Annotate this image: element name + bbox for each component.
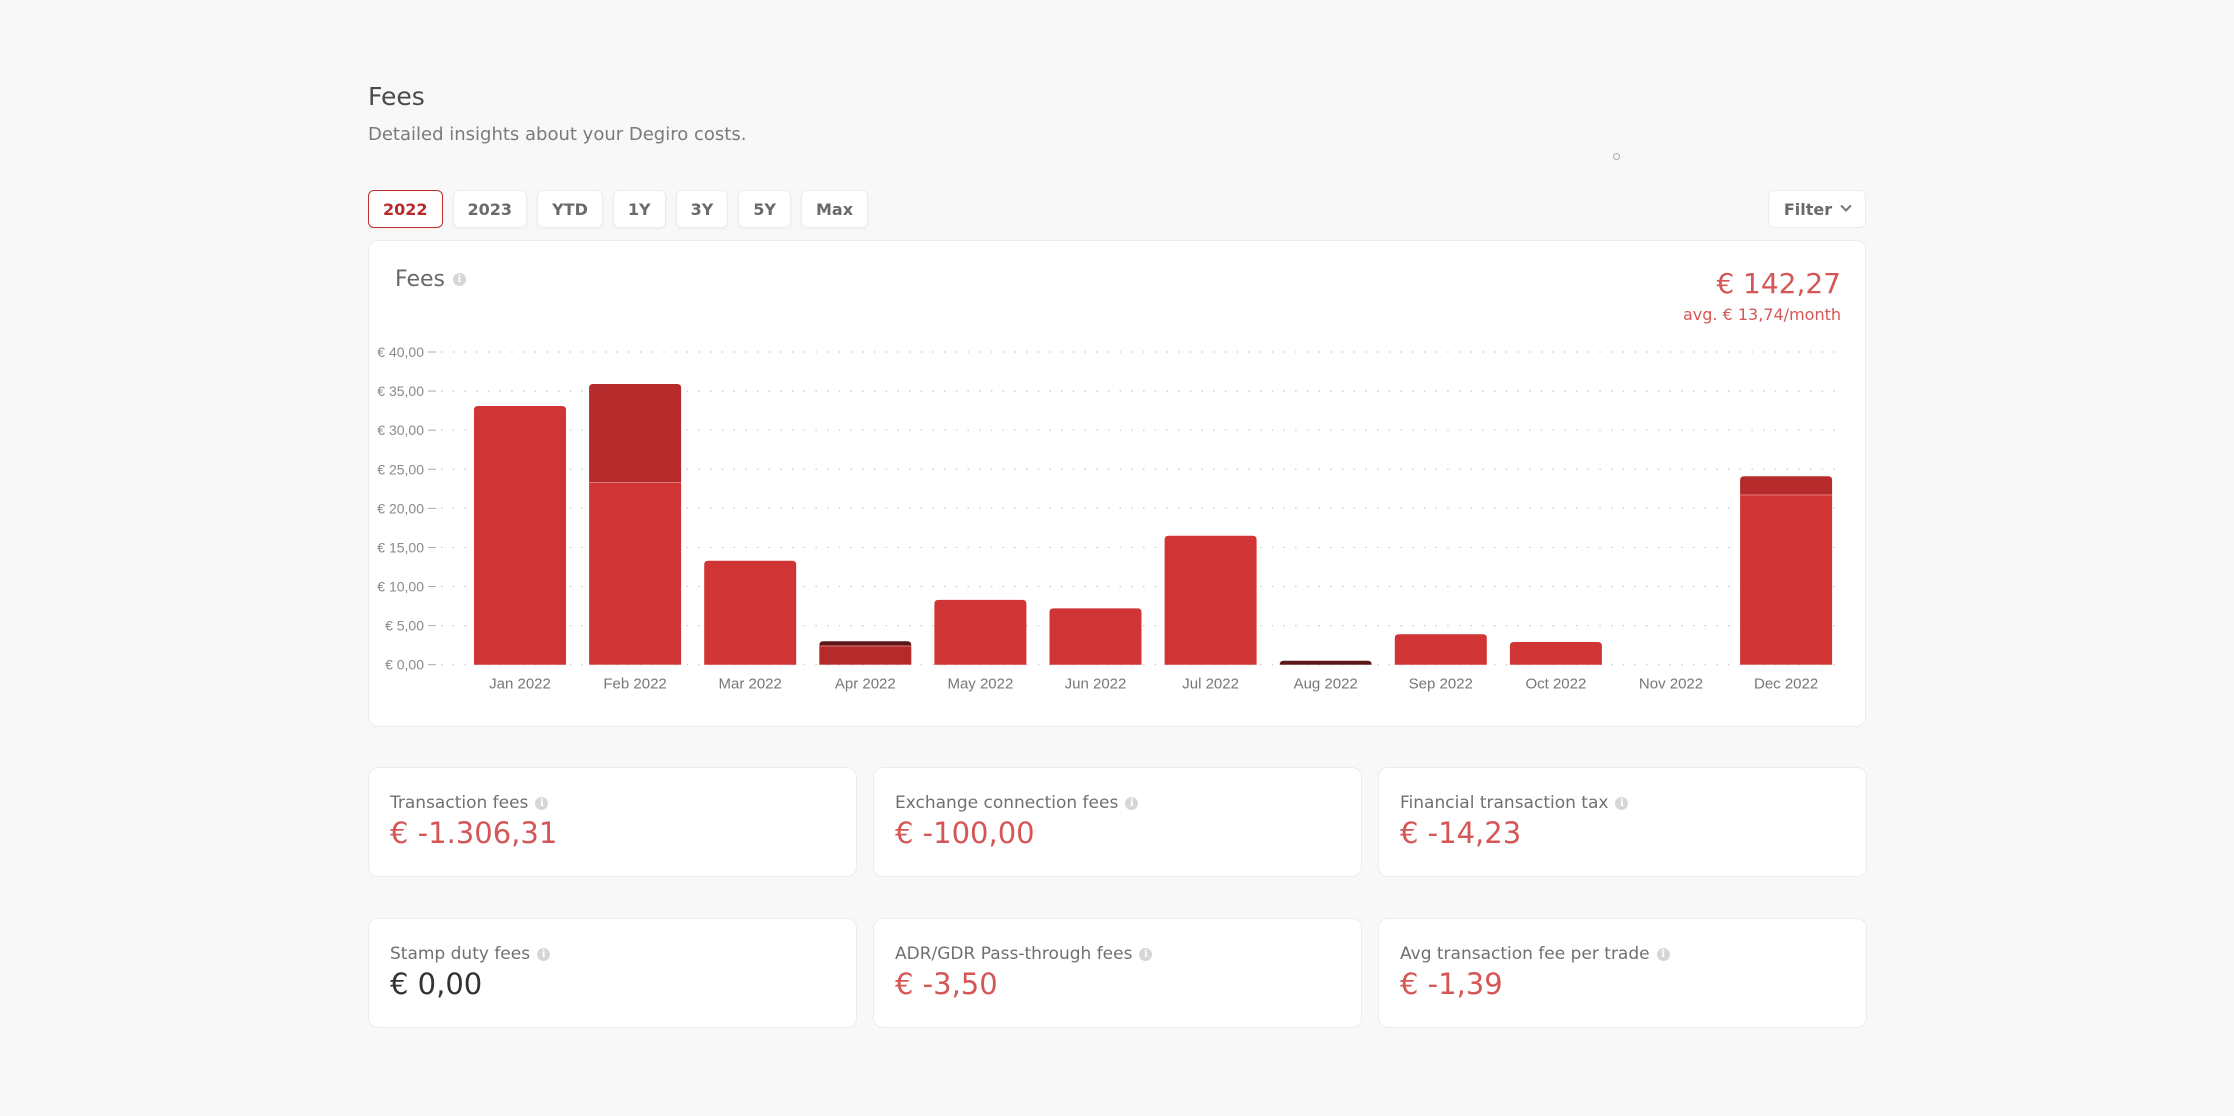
bar-primary-feb-2022[interactable] (589, 482, 682, 665)
page-title: Fees (368, 82, 425, 111)
bar-primary-sep-2022[interactable] (1394, 634, 1487, 665)
filter-label: Filter (1783, 199, 1833, 219)
stat-label-wrap: Financial transaction tax i (1400, 793, 1629, 813)
y-tick-label: € 10,00 (377, 579, 424, 595)
x-tick-label: Oct 2022 (1525, 676, 1586, 693)
stat-card-transaction-fees: Transaction fees i € -1.306,31 (368, 767, 857, 877)
stat-label-wrap: Exchange connection fees i (895, 793, 1139, 813)
info-icon[interactable]: i (537, 947, 551, 961)
bar-primary-jan-2022[interactable] (474, 405, 566, 665)
x-tick-label: Dec 2022 (1754, 676, 1818, 693)
info-icon[interactable]: i (1615, 796, 1629, 810)
bar-tertiary-apr-2022[interactable] (819, 641, 912, 646)
bar-secondary-feb-2022[interactable] (589, 384, 682, 483)
y-tick-label: € 5,00 (385, 618, 424, 634)
bar-secondary-dec-2022[interactable] (1740, 476, 1833, 496)
stat-card-avg-transaction-fee: Avg transaction fee per trade i € -1,39 (1378, 918, 1867, 1028)
info-icon[interactable]: i (1125, 796, 1139, 810)
x-tick-label: Jan 2022 (489, 676, 551, 693)
tab-ytd[interactable]: YTD (537, 190, 603, 228)
x-tick-label: Mar 2022 (719, 676, 782, 693)
info-icon[interactable]: i (1139, 947, 1153, 961)
bar-primary-jun-2022[interactable] (1049, 608, 1142, 665)
stat-label-wrap: Stamp duty fees i (390, 944, 551, 964)
tab-2023[interactable]: 2023 (452, 190, 528, 228)
y-tick-label: € 20,00 (377, 500, 424, 516)
tab-1y[interactable]: 1Y (612, 190, 666, 228)
bar-primary-dec-2022[interactable] (1740, 495, 1833, 665)
tab-2022[interactable]: 2022 (368, 190, 443, 228)
bar-primary-may-2022[interactable] (934, 599, 1027, 665)
bar-tertiary-aug-2022[interactable] (1279, 660, 1372, 665)
period-tabs: 2022 2023 YTD 1Y 3Y 5Y Max (368, 190, 869, 228)
x-tick-label: Jul 2022 (1182, 676, 1239, 693)
x-tick-label: Feb 2022 (603, 676, 666, 693)
stat-label-wrap: Transaction fees i (390, 793, 549, 813)
y-tick-label: € 0,00 (385, 657, 424, 673)
stat-card-adr-gdr-fees: ADR/GDR Pass-through fees i € -3,50 (873, 918, 1362, 1028)
y-tick-label: € 15,00 (377, 539, 424, 555)
x-tick-label: Aug 2022 (1294, 676, 1358, 693)
stat-value: € 0,00 (390, 967, 483, 1001)
bar-primary-mar-2022[interactable] (704, 560, 797, 665)
fees-chart-card: € 0,00 € 5,00 € 10,00 € 15,00 € 20,00 € 25,00… (368, 240, 1866, 727)
y-tick-label: € 30,00 (377, 422, 424, 438)
loading-spinner-icon (1613, 153, 1620, 160)
info-icon[interactable]: i (535, 796, 549, 810)
stat-label: Exchange connection fees (895, 793, 1119, 813)
chart-title-text: Fees (395, 267, 445, 292)
stat-label-wrap: ADR/GDR Pass-through fees i (895, 944, 1153, 964)
stat-label: ADR/GDR Pass-through fees (895, 944, 1133, 964)
chart-total-value: € 142,27 (1716, 267, 1841, 300)
chart-title: Fees i (395, 267, 466, 292)
stat-label: Transaction fees (390, 793, 529, 813)
chevron-down-icon (1840, 200, 1852, 212)
stat-card-stamp-duty-fees: Stamp duty fees i € 0,00 (368, 918, 857, 1028)
tab-5y[interactable]: 5Y (738, 190, 791, 228)
stat-value: € -100,00 (895, 816, 1035, 850)
x-tick-label: Nov 2022 (1639, 676, 1703, 693)
stat-label: Avg transaction fee per trade (1400, 944, 1650, 964)
stat-value: € -1.306,31 (390, 816, 558, 850)
bar-secondary-apr-2022[interactable] (819, 645, 912, 665)
stat-card-exchange-connection-fees: Exchange connection fees i € -100,00 (873, 767, 1362, 877)
chart-average-value: avg. € 13,74/month (1683, 305, 1841, 324)
bar-primary-oct-2022[interactable] (1509, 642, 1602, 665)
y-tick-label: € 25,00 (377, 461, 424, 477)
stat-label: Financial transaction tax (1400, 793, 1609, 813)
filter-button[interactable]: Filter (1768, 190, 1866, 228)
info-icon[interactable]: i (1656, 947, 1670, 961)
x-tick-label: Apr 2022 (835, 676, 896, 693)
x-tick-label: Sep 2022 (1409, 676, 1473, 693)
stat-label-wrap: Avg transaction fee per trade i (1400, 944, 1670, 964)
x-tick-label: May 2022 (947, 676, 1013, 693)
tab-max[interactable]: Max (801, 190, 869, 228)
fees-bar-chart: € 0,00 € 5,00 € 10,00 € 15,00 € 20,00 € 25,00… (377, 344, 1839, 693)
bar-primary-jul-2022[interactable] (1164, 535, 1257, 665)
tab-3y[interactable]: 3Y (675, 190, 729, 228)
stat-value: € -3,50 (895, 967, 998, 1001)
y-tick-label: € 35,00 (377, 383, 424, 399)
stat-value: € -14,23 (1400, 816, 1522, 850)
info-icon[interactable]: i (452, 273, 466, 286)
stat-label: Stamp duty fees (390, 944, 531, 964)
page-subtitle: Detailed insights about your Degiro cost… (368, 124, 747, 145)
stat-value: € -1,39 (1400, 967, 1503, 1001)
stat-card-financial-transaction-tax: Financial transaction tax i € -14,23 (1378, 767, 1867, 877)
x-tick-label: Jun 2022 (1065, 676, 1127, 693)
y-tick-label: € 40,00 (377, 344, 424, 360)
